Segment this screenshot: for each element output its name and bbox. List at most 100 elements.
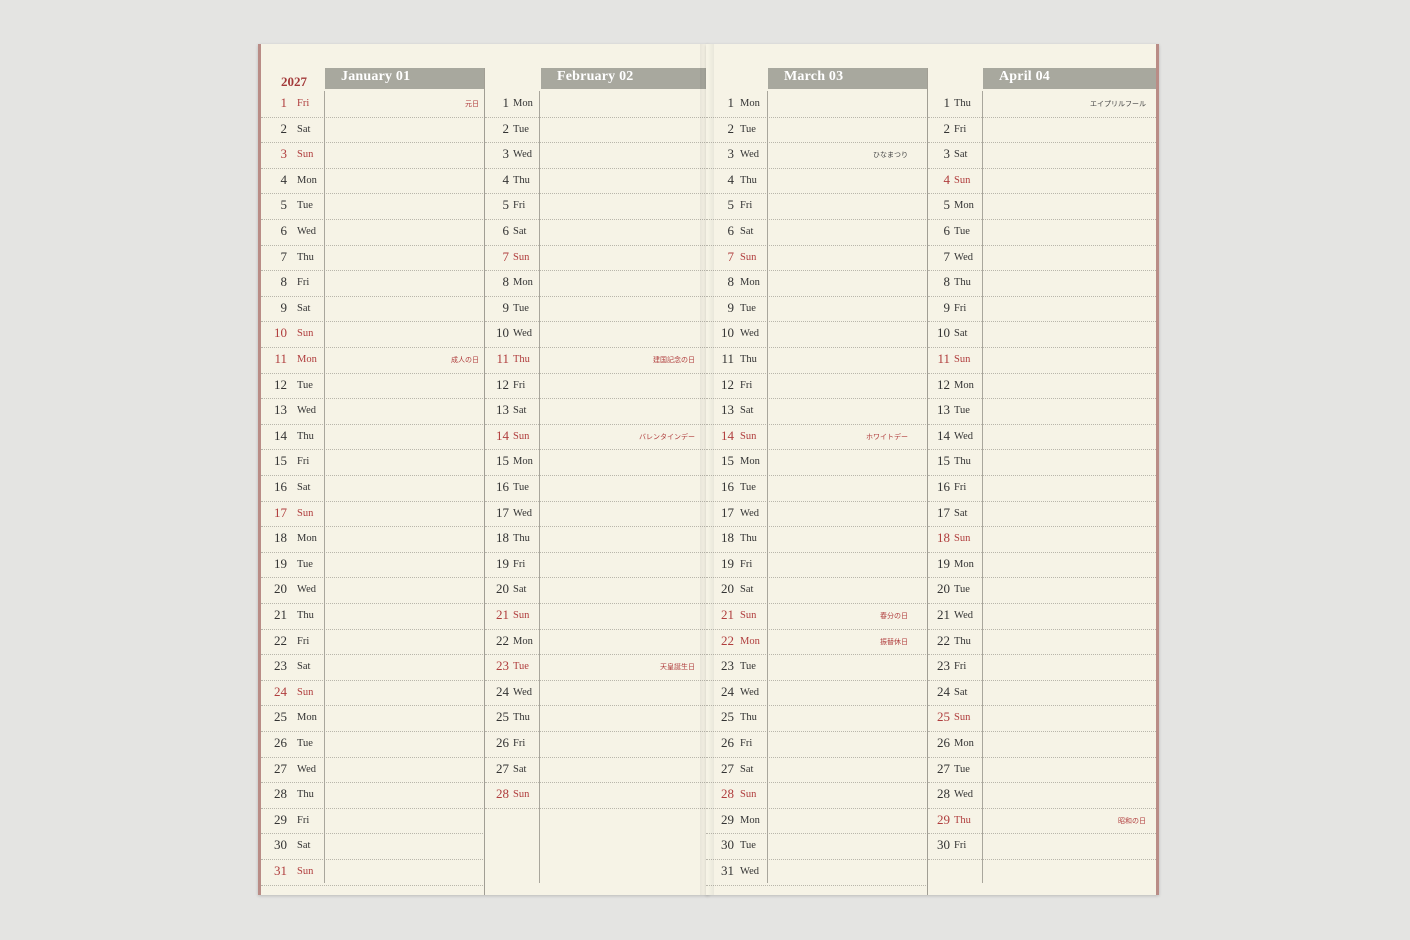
day-row[interactable]: 2 Tue [706,117,928,144]
day-row[interactable]: 23 Fri [928,654,1156,681]
day-row[interactable]: 18 Sun [928,526,1156,553]
day-row[interactable]: 1 Mon [706,91,928,118]
day-row[interactable]: 20 Wed [261,577,485,604]
day-row[interactable]: 1 Thu エイプリルフール [928,91,1156,118]
day-row[interactable]: 30 Fri [928,833,1156,860]
day-row[interactable]: 10 Sat [928,321,1156,348]
day-row[interactable]: 24 Wed [485,680,709,707]
day-row[interactable]: 6 Sat [485,219,709,246]
day-row[interactable]: 21 Thu [261,603,485,630]
day-row[interactable]: 2 Fri [928,117,1156,144]
day-row[interactable]: 2 Tue [485,117,709,144]
day-row[interactable]: 27 Sat [485,757,709,784]
day-row[interactable]: 22 Mon [485,629,709,656]
day-row[interactable]: 21 Sun [485,603,709,630]
day-row[interactable]: 14 Wed [928,424,1156,451]
day-row[interactable]: 6 Wed [261,219,485,246]
day-row[interactable]: 11 Thu [706,347,928,374]
day-row[interactable]: 15 Thu [928,449,1156,476]
day-row[interactable]: 9 Fri [928,296,1156,323]
day-row[interactable]: 6 Tue [928,219,1156,246]
day-row[interactable]: 28 Thu [261,782,485,809]
day-row[interactable]: 25 Thu [485,705,709,732]
day-row[interactable]: 16 Tue [485,475,709,502]
day-row[interactable]: 16 Fri [928,475,1156,502]
day-row[interactable]: 4 Thu [706,168,928,195]
day-row[interactable]: 27 Wed [261,757,485,784]
day-row[interactable]: 7 Thu [261,245,485,272]
day-row[interactable]: 15 Mon [485,449,709,476]
day-row[interactable]: 13 Wed [261,398,485,425]
day-row[interactable]: 10 Wed [485,321,709,348]
day-row[interactable]: 19 Mon [928,552,1156,579]
day-row[interactable]: 13 Sat [706,398,928,425]
day-row[interactable]: 22 Mon 振替休日 [706,629,928,656]
day-row[interactable]: 26 Fri [485,731,709,758]
day-row[interactable]: 23 Tue 天皇誕生日 [485,654,709,681]
day-row[interactable]: 29 Mon [706,808,928,835]
day-row[interactable]: 31 Wed [706,859,928,886]
day-row[interactable]: 9 Tue [706,296,928,323]
day-row[interactable]: 16 Tue [706,475,928,502]
day-row[interactable]: 6 Sat [706,219,928,246]
day-row[interactable]: 10 Wed [706,321,928,348]
day-row[interactable]: 2 Sat [261,117,485,144]
day-row[interactable]: 14 Sun ホワイトデー [706,424,928,451]
day-row[interactable]: 7 Sun [706,245,928,272]
day-row[interactable]: 11 Thu 建国記念の日 [485,347,709,374]
day-row[interactable]: 25 Thu [706,705,928,732]
day-row[interactable]: 5 Fri [706,193,928,220]
day-row[interactable]: 3 Sun [261,142,485,169]
day-row[interactable]: 5 Fri [485,193,709,220]
day-row[interactable]: 9 Sat [261,296,485,323]
day-row[interactable]: 20 Tue [928,577,1156,604]
day-row[interactable]: 12 Fri [706,373,928,400]
day-row[interactable]: 14 Sun バレンタインデー [485,424,709,451]
day-row[interactable]: 17 Sat [928,501,1156,528]
day-row[interactable]: 24 Sun [261,680,485,707]
day-row[interactable]: 18 Thu [706,526,928,553]
day-row[interactable]: 17 Wed [706,501,928,528]
day-row[interactable]: 17 Wed [485,501,709,528]
day-row[interactable]: 11 Sun [928,347,1156,374]
day-row[interactable]: 12 Fri [485,373,709,400]
day-row[interactable]: 12 Mon [928,373,1156,400]
day-row[interactable]: 8 Mon [706,270,928,297]
day-row[interactable]: 26 Tue [261,731,485,758]
day-row[interactable]: 7 Sun [485,245,709,272]
day-row[interactable]: 8 Thu [928,270,1156,297]
day-row[interactable]: 4 Mon [261,168,485,195]
day-row[interactable]: 19 Fri [706,552,928,579]
day-row[interactable]: 25 Sun [928,705,1156,732]
day-row[interactable]: 29 Fri [261,808,485,835]
day-row[interactable]: 20 Sat [485,577,709,604]
day-row[interactable]: 16 Sat [261,475,485,502]
day-row[interactable]: 22 Thu [928,629,1156,656]
day-row[interactable]: 23 Tue [706,654,928,681]
day-row[interactable]: 12 Tue [261,373,485,400]
day-row[interactable]: 13 Sat [485,398,709,425]
day-row[interactable]: 26 Fri [706,731,928,758]
day-row[interactable]: 15 Mon [706,449,928,476]
day-row[interactable]: 4 Thu [485,168,709,195]
day-row[interactable]: 30 Sat [261,833,485,860]
day-row[interactable]: 21 Sun 春分の日 [706,603,928,630]
day-row[interactable]: 11 Mon 成人の日 [261,347,485,374]
day-row[interactable]: 28 Wed [928,782,1156,809]
day-row[interactable]: 19 Fri [485,552,709,579]
day-row[interactable]: 15 Fri [261,449,485,476]
day-row[interactable]: 19 Tue [261,552,485,579]
day-row[interactable]: 21 Wed [928,603,1156,630]
day-row[interactable]: 1 Fri 元日 [261,91,485,118]
day-row[interactable]: 9 Tue [485,296,709,323]
day-row[interactable]: 7 Wed [928,245,1156,272]
day-row[interactable]: 27 Sat [706,757,928,784]
day-row[interactable]: 30 Tue [706,833,928,860]
day-row[interactable]: 1 Mon [485,91,709,118]
day-row[interactable]: 8 Mon [485,270,709,297]
day-row[interactable]: 25 Mon [261,705,485,732]
day-row[interactable]: 17 Sun [261,501,485,528]
day-row[interactable]: 24 Wed [706,680,928,707]
day-row[interactable]: 27 Tue [928,757,1156,784]
day-row[interactable]: 18 Mon [261,526,485,553]
